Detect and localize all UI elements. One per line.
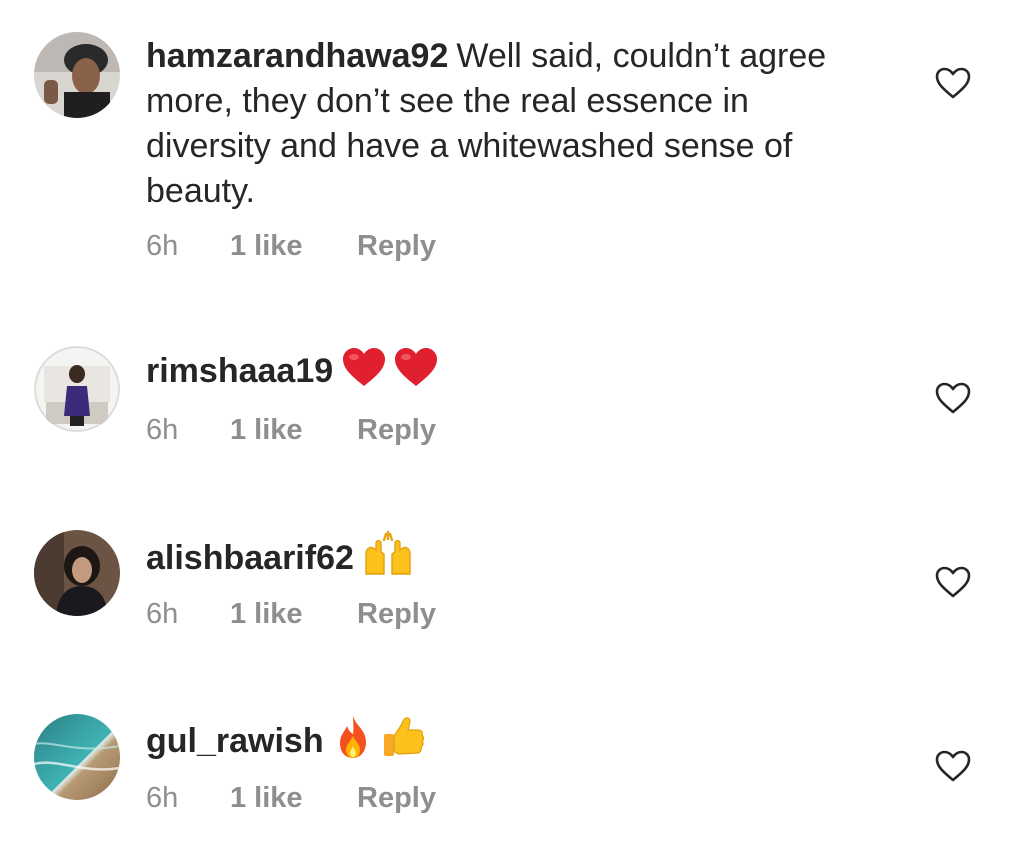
comment-likes[interactable]: 1 like xyxy=(230,782,357,815)
avatar[interactable] xyxy=(34,530,120,616)
avatar[interactable] xyxy=(34,346,120,432)
reply-button[interactable]: Reply xyxy=(357,230,436,263)
heart-outline-icon[interactable] xyxy=(934,66,972,100)
comment-time: 6h xyxy=(146,782,179,814)
comment-username[interactable]: alishbaarif62 xyxy=(146,539,354,577)
heart-outline-icon[interactable] xyxy=(934,381,972,415)
comment-likes[interactable]: 1 like xyxy=(230,230,357,263)
comment-username[interactable]: gul_rawish xyxy=(146,722,324,760)
comment-likes[interactable]: 1 like xyxy=(230,598,357,631)
comment-text: alishbaarif62 xyxy=(146,530,866,590)
comment-time: 6h xyxy=(146,230,179,262)
comment-time: 6h xyxy=(146,414,179,446)
fire-icon xyxy=(332,714,374,772)
heart-outline-icon[interactable] xyxy=(934,565,972,599)
reply-button[interactable]: Reply xyxy=(357,598,436,631)
red-heart-icon xyxy=(341,346,387,400)
comment-text: gul_rawish xyxy=(146,714,866,772)
red-heart-icon xyxy=(393,346,439,400)
avatar[interactable] xyxy=(34,714,120,800)
comment-time: 6h xyxy=(146,598,179,630)
thumbs-up-icon xyxy=(380,714,426,772)
comment-meta: 6h 1 like Reply xyxy=(146,598,436,631)
comment-meta: 6h 1 like Reply xyxy=(146,230,436,263)
reply-button[interactable]: Reply xyxy=(357,782,436,815)
reply-button[interactable]: Reply xyxy=(357,414,436,447)
comment-text: rimshaaa19 xyxy=(146,346,866,400)
comment-meta: 6h 1 like Reply xyxy=(146,782,436,815)
avatar[interactable] xyxy=(34,32,120,118)
heart-outline-icon[interactable] xyxy=(934,749,972,783)
comment-username[interactable]: hamzarandhawa92 xyxy=(146,37,448,75)
comment-username[interactable]: rimshaaa19 xyxy=(146,352,333,390)
comment-text: hamzarandhawa92 Well said, couldn’t agree… xyxy=(146,34,866,214)
comment-meta: 6h 1 like Reply xyxy=(146,414,436,447)
raising-hands-icon xyxy=(362,530,414,590)
comment-likes[interactable]: 1 like xyxy=(230,414,357,447)
